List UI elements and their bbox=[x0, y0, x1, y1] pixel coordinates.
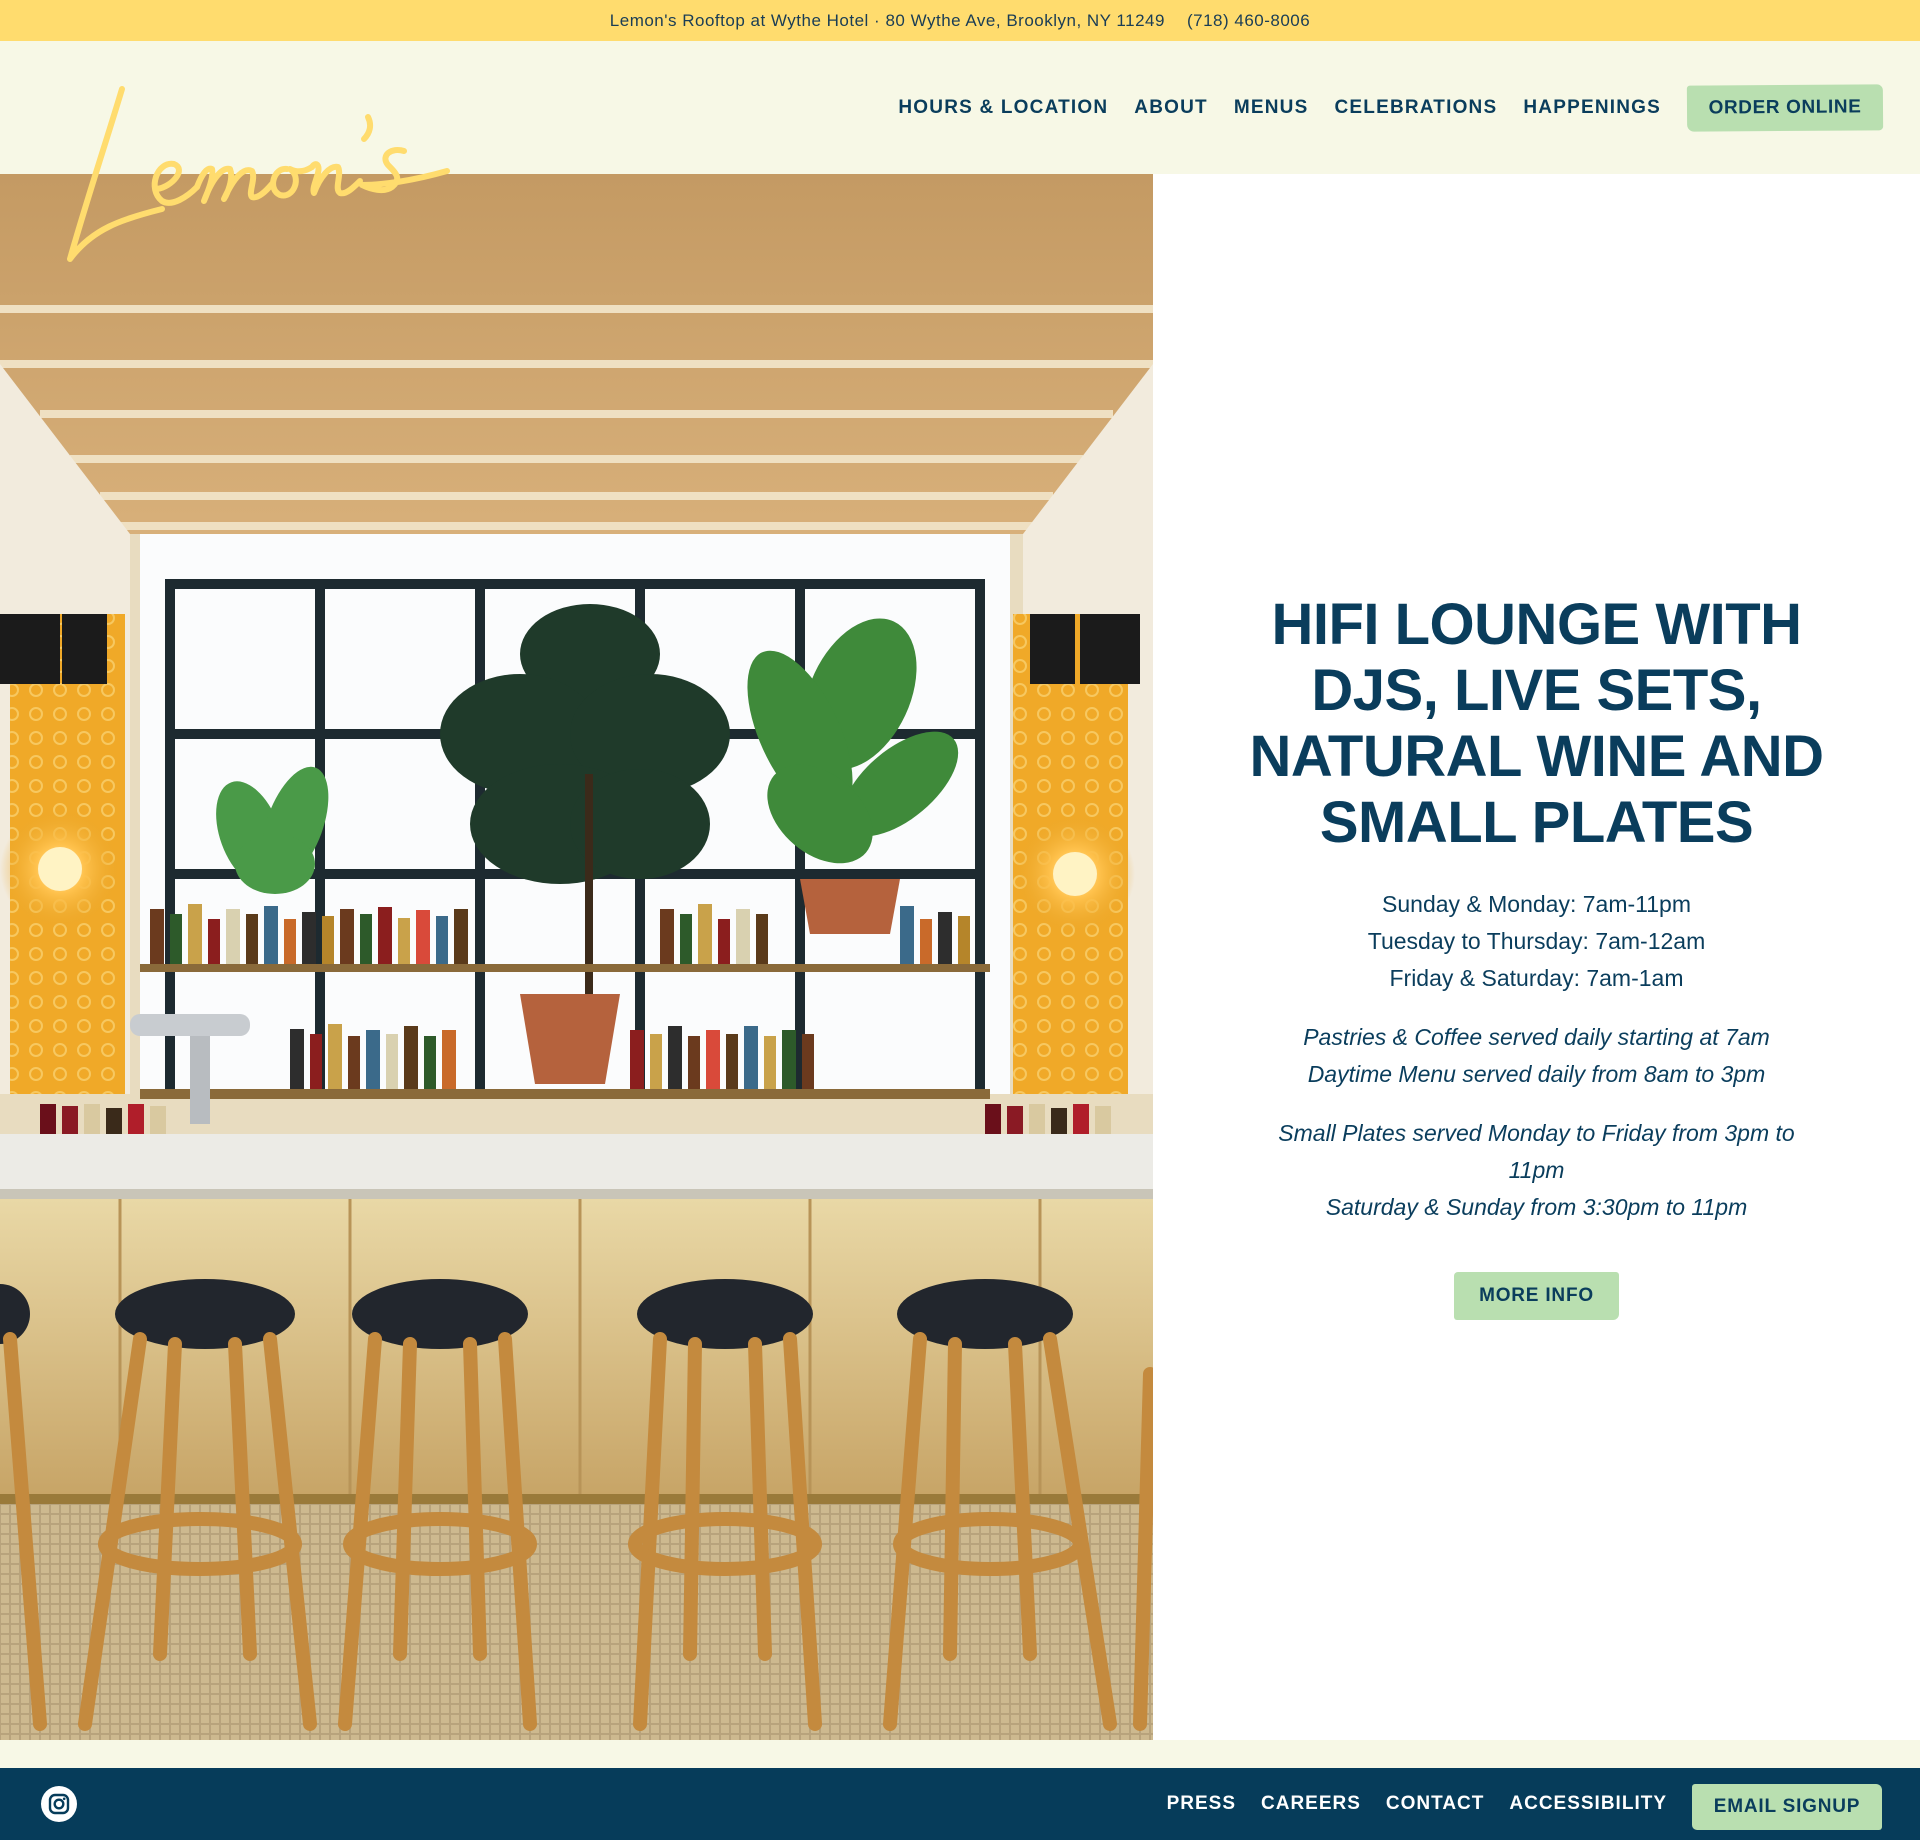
hours-list: Sunday & Monday: 7am-11pm Tuesday to Thu… bbox=[1153, 886, 1920, 997]
phone-link[interactable]: (718) 460-8006 bbox=[1187, 11, 1310, 31]
note-line: Small Plates served Monday to Friday fro… bbox=[1278, 1120, 1795, 1183]
service-note-small-plates: Small Plates served Monday to Friday fro… bbox=[1257, 1115, 1817, 1226]
footer-careers[interactable]: CAREERS bbox=[1261, 1793, 1361, 1815]
site-footer: PRESS CAREERS CONTACT ACCESSIBILITY EMAI… bbox=[0, 1768, 1920, 1840]
logo[interactable] bbox=[62, 69, 452, 269]
footer-spacer bbox=[0, 1740, 1920, 1768]
instagram-icon[interactable] bbox=[41, 1786, 77, 1822]
hero-image bbox=[0, 174, 1153, 1740]
note-line: Saturday & Sunday from 3:30pm to 11pm bbox=[1325, 1194, 1748, 1220]
nav-hours-location[interactable]: HOURS & LOCATION bbox=[898, 97, 1108, 119]
footer-contact[interactable]: CONTACT bbox=[1386, 1793, 1484, 1815]
service-note-daytime: Pastries & Coffee served daily starting … bbox=[1257, 1019, 1817, 1093]
order-online-button[interactable]: ORDER ONLINE bbox=[1686, 83, 1884, 132]
bar-interior-illustration bbox=[0, 174, 1153, 1740]
nav-about[interactable]: ABOUT bbox=[1134, 97, 1208, 119]
nav-celebrations[interactable]: CELEBRATIONS bbox=[1334, 97, 1497, 119]
more-info-button[interactable]: MORE INFO bbox=[1454, 1272, 1619, 1320]
footer-press[interactable]: PRESS bbox=[1167, 1793, 1236, 1815]
footer-nav: PRESS CAREERS CONTACT ACCESSIBILITY EMAI… bbox=[1167, 1768, 1920, 1840]
note-line: Daytime Menu served daily from 8am to 3p… bbox=[1307, 1061, 1766, 1087]
nav-menus[interactable]: MENUS bbox=[1234, 97, 1309, 119]
logo-script-icon bbox=[67, 86, 450, 262]
main-nav: HOURS & LOCATION ABOUT MENUS CELEBRATION… bbox=[898, 41, 1920, 174]
note-line: Pastries & Coffee served daily starting … bbox=[1303, 1024, 1770, 1050]
email-signup-button[interactable]: EMAIL SIGNUP bbox=[1692, 1784, 1882, 1830]
nav-happenings[interactable]: HAPPENINGS bbox=[1523, 97, 1661, 119]
announcement-bar: Lemon's Rooftop at Wythe Hotel · 80 Wyth… bbox=[0, 0, 1920, 41]
footer-accessibility[interactable]: ACCESSIBILITY bbox=[1509, 1793, 1667, 1815]
site-header: HOURS & LOCATION ABOUT MENUS CELEBRATION… bbox=[0, 41, 1920, 262]
hours-line: Friday & Saturday: 7am-1am bbox=[1389, 965, 1684, 991]
info-content: HIFI LOUNGE WITH DJS, LIVE SETS, NATURAL… bbox=[1153, 592, 1920, 1320]
hours-line: Sunday & Monday: 7am-11pm bbox=[1382, 891, 1691, 917]
info-panel: HIFI LOUNGE WITH DJS, LIVE SETS, NATURAL… bbox=[1153, 174, 1920, 1740]
hours-line: Tuesday to Thursday: 7am-12am bbox=[1367, 928, 1706, 954]
address-text: Lemon's Rooftop at Wythe Hotel · 80 Wyth… bbox=[609, 10, 1165, 30]
hero-headline: HIFI LOUNGE WITH DJS, LIVE SETS, NATURAL… bbox=[1249, 592, 1824, 855]
